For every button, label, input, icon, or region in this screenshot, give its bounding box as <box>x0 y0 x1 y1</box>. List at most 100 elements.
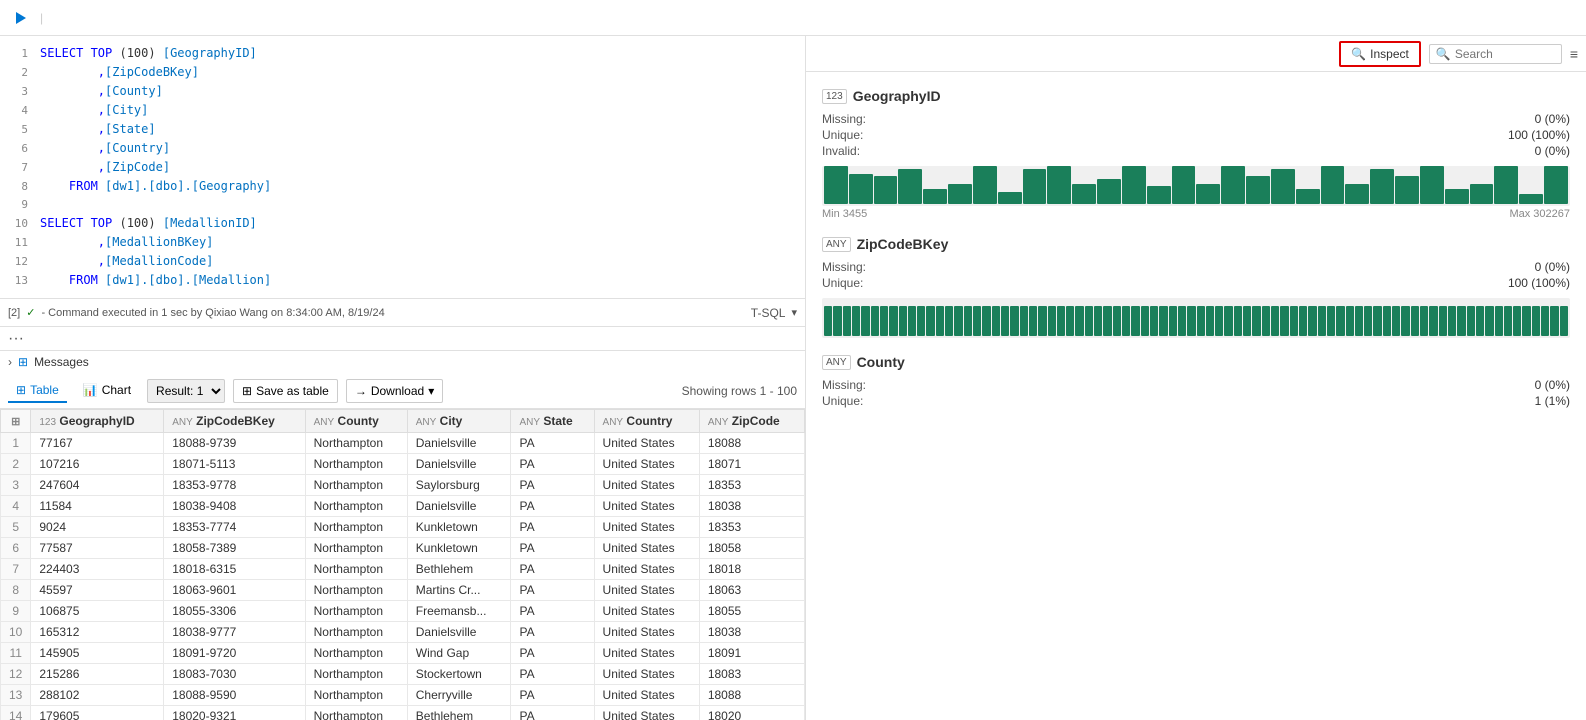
cell-zipcode: 18038 <box>699 496 804 517</box>
cell-geographyid: 224403 <box>31 559 164 580</box>
cell-zipcodebkey: 18038-9408 <box>164 496 305 517</box>
col-header-country[interactable]: ANY Country <box>594 410 699 433</box>
table-row[interactable]: 1 77167 18088-9739 Northampton Danielsvi… <box>1 433 805 454</box>
table-row[interactable]: 6 77587 18058-7389 Northampton Kunkletow… <box>1 538 805 559</box>
histogram-bar <box>1280 306 1288 336</box>
result-select[interactable]: Result: 1 Result: 2 <box>147 379 225 403</box>
table-row[interactable]: 8 45597 18063-9601 Northampton Martins C… <box>1 580 805 601</box>
histogram-bar <box>1290 306 1298 336</box>
histogram-bar <box>1172 166 1196 204</box>
histogram-bar <box>1159 306 1167 336</box>
inspect-section-zipcodebkey: ANY ZipCodeBKey Missing: 0 (0%) Unique: … <box>822 236 1570 338</box>
histogram-bar <box>1476 306 1484 336</box>
histogram-bar <box>1169 306 1177 336</box>
type-badge-zipcodebkey: ANY <box>822 237 851 252</box>
histogram-bar <box>936 306 944 336</box>
histogram-bar <box>1532 306 1540 336</box>
cell-zipcodebkey: 18018-6315 <box>164 559 305 580</box>
histogram-bar <box>1271 169 1295 204</box>
table-row[interactable]: 9 106875 18055-3306 Northampton Freemans… <box>1 601 805 622</box>
col-header-city[interactable]: ANY City <box>407 410 511 433</box>
status-bar: [2] ✓ - Command executed in 1 sec by Qix… <box>0 299 805 327</box>
col-header-zipcode[interactable]: ANY ZipCode <box>699 410 804 433</box>
row-num-cell: 1 <box>1 433 31 454</box>
cell-zipcodebkey: 18088-9739 <box>164 433 305 454</box>
inspect-button[interactable]: 🔍 Inspect <box>1339 41 1421 67</box>
histogram-bar <box>1131 306 1139 336</box>
histogram-bar <box>1373 306 1381 336</box>
row-num-cell: 12 <box>1 664 31 685</box>
col-header-county[interactable]: ANY County <box>305 410 407 433</box>
histogram-bar <box>1066 306 1074 336</box>
search-box[interactable]: 🔍 <box>1429 44 1562 64</box>
cell-country: United States <box>594 538 699 559</box>
cell-county: Northampton <box>305 601 407 622</box>
col-header-state[interactable]: ANY State <box>511 410 594 433</box>
search-icon: 🔍 <box>1436 47 1451 61</box>
histogram-bar <box>1429 306 1437 336</box>
table-row[interactable]: 12 215286 18083-7030 Northampton Stocker… <box>1 664 805 685</box>
cell-state: PA <box>511 601 594 622</box>
stat-missing-county: Missing: 0 (0%) <box>822 378 1570 392</box>
table-row[interactable]: 11 145905 18091-9720 Northampton Wind Ga… <box>1 643 805 664</box>
table-row[interactable]: 10 165312 18038-9777 Northampton Daniels… <box>1 622 805 643</box>
table-row[interactable]: 13 288102 18088-9590 Northampton Cherryv… <box>1 685 805 706</box>
download-icon: → <box>355 384 367 398</box>
stat-unique-geographyid: Unique: 100 (100%) <box>822 128 1570 142</box>
table-row[interactable]: 3 247604 18353-9778 Northampton Saylorsb… <box>1 475 805 496</box>
inspect-title-geographyid: 123 GeographyID <box>822 88 1570 104</box>
search-input[interactable] <box>1455 47 1555 61</box>
cell-county: Northampton <box>305 475 407 496</box>
dots-icon[interactable]: ··· <box>8 330 24 348</box>
cell-county: Northampton <box>305 622 407 643</box>
histogram-bar <box>1392 306 1400 336</box>
histogram-bar <box>1467 306 1475 336</box>
grid-icon: ⊞ <box>11 416 20 428</box>
filter-button[interactable]: ≡ <box>1570 46 1578 62</box>
type-badge-geographyid: 123 <box>822 89 847 104</box>
lang-label: T-SQL <box>751 306 786 320</box>
row-num-cell: 5 <box>1 517 31 538</box>
table-row[interactable]: 7 224403 18018-6315 Northampton Bethlehe… <box>1 559 805 580</box>
histogram-bar <box>871 306 879 336</box>
cell-zipcode: 18088 <box>699 433 804 454</box>
histogram-bar <box>1345 184 1369 204</box>
run-button[interactable] <box>8 6 32 30</box>
tab-table[interactable]: ⊞ Table <box>8 379 67 403</box>
histogram-bar <box>1224 306 1232 336</box>
table-tab-icon: ⊞ <box>16 383 26 397</box>
cell-zipcodebkey: 18088-9590 <box>164 685 305 706</box>
inspect-title-county: ANY County <box>822 354 1570 370</box>
rows-info: Showing rows 1 - 100 <box>682 384 797 398</box>
save-as-table-button[interactable]: ⊞ Save as table <box>233 379 338 403</box>
table-row[interactable]: 5 9024 18353-7774 Northampton Kunkletown… <box>1 517 805 538</box>
tab-chart[interactable]: 📊 Chart <box>75 379 139 403</box>
cell-state: PA <box>511 706 594 720</box>
table-row[interactable]: 14 179605 18020-9321 Northampton Bethleh… <box>1 706 805 720</box>
cell-country: United States <box>594 433 699 454</box>
cell-county: Northampton <box>305 517 407 538</box>
histogram-bar <box>874 176 898 204</box>
histogram-bar <box>998 192 1022 204</box>
table-row[interactable]: 4 11584 18038-9408 Northampton Danielsvi… <box>1 496 805 517</box>
histogram-bar <box>1544 166 1568 204</box>
histogram-bar <box>1445 189 1469 204</box>
table-row[interactable]: 2 107216 18071-5113 Northampton Danielsv… <box>1 454 805 475</box>
code-editor[interactable]: 1SELECT TOP (100) [GeographyID] 2 ,[ZipC… <box>0 36 805 299</box>
cell-county: Northampton <box>305 664 407 685</box>
dots-menu[interactable]: ··· <box>0 327 805 351</box>
cell-zipcodebkey: 18353-7774 <box>164 517 305 538</box>
cell-geographyid: 179605 <box>31 706 164 720</box>
histogram-bar <box>1029 306 1037 336</box>
col-header-geographyid[interactable]: 123 GeographyID <box>31 410 164 433</box>
histogram-bar <box>1141 306 1149 336</box>
col-header-zipcodebkey[interactable]: ANY ZipCodeBKey <box>164 410 305 433</box>
cell-county: Northampton <box>305 433 407 454</box>
download-button[interactable]: → Download ▾ <box>346 379 443 403</box>
histogram-bar <box>982 306 990 336</box>
histogram-bar <box>1420 306 1428 336</box>
results-table-container[interactable]: ⊞ 123 GeographyID ANY ZipCodeBKey ANY Co… <box>0 409 805 720</box>
cell-county: Northampton <box>305 454 407 475</box>
inspect-panel: 🔍 Inspect 🔍 ≡ 123 GeographyID Missing: 0… <box>806 36 1586 720</box>
histogram-bar <box>880 306 888 336</box>
